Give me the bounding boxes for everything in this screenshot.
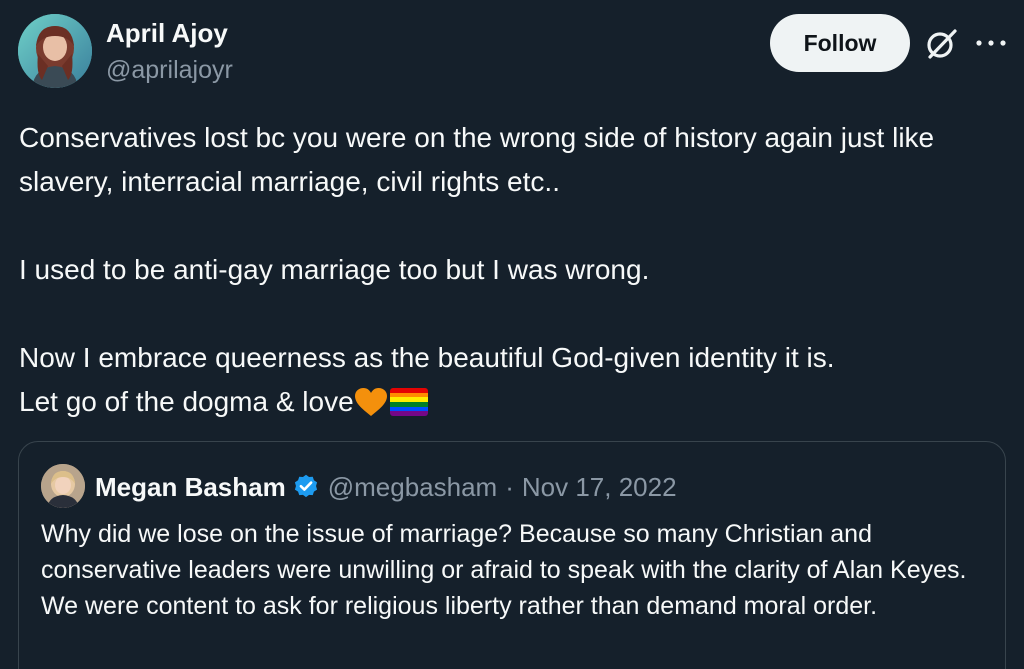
rainbow-flag-emoji-icon (389, 388, 428, 416)
quoted-tweet-text: Why did we lose on the issue of marriage… (41, 520, 967, 620)
quoted-tweet[interactable]: Megan Basham @megbasham · Nov 17, 2022 W… (18, 441, 1006, 669)
author-name[interactable]: April Ajoy (106, 18, 228, 49)
tweet-body: Conservatives lost bc you were on the wr… (19, 116, 1009, 424)
quoted-tweet-header: Megan Basham @megbasham · Nov 17, 2022 (95, 470, 677, 504)
quoted-tweet-date[interactable]: Nov 17, 2022 (522, 472, 677, 503)
profile-photo-icon (41, 464, 85, 508)
tweet-paragraph (19, 292, 1009, 336)
tweet-paragraph: Now I embrace queerness as the beautiful… (19, 342, 835, 373)
more-horizontal-icon[interactable] (974, 36, 1008, 50)
tweet-paragraph: I used to be anti-gay marriage too but I… (19, 254, 650, 285)
tweet-card: April Ajoy @aprilajoyr Follow Conservati… (0, 0, 1024, 669)
quoted-author-name[interactable]: Megan Basham (95, 472, 286, 503)
author-avatar[interactable] (18, 14, 92, 88)
follow-button[interactable]: Follow (770, 14, 910, 72)
grok-icon[interactable] (924, 26, 960, 62)
verified-badge-icon[interactable] (292, 473, 320, 501)
tweet-paragraph-last: Let go of the dogma & love (19, 380, 1009, 424)
quoted-author-avatar[interactable] (41, 464, 85, 508)
orange-heart-emoji-icon (354, 388, 387, 416)
tweet-paragraph: Conservatives lost bc you were on the wr… (19, 122, 935, 197)
tweet-paragraph-text: Let go of the dogma & love (19, 386, 354, 417)
tweet-paragraph (19, 204, 1009, 248)
quoted-author-handle[interactable]: @megbasham (328, 472, 497, 503)
profile-photo-icon (18, 14, 92, 88)
author-handle[interactable]: @aprilajoyr (106, 56, 233, 85)
separator-dot: · (505, 471, 514, 502)
